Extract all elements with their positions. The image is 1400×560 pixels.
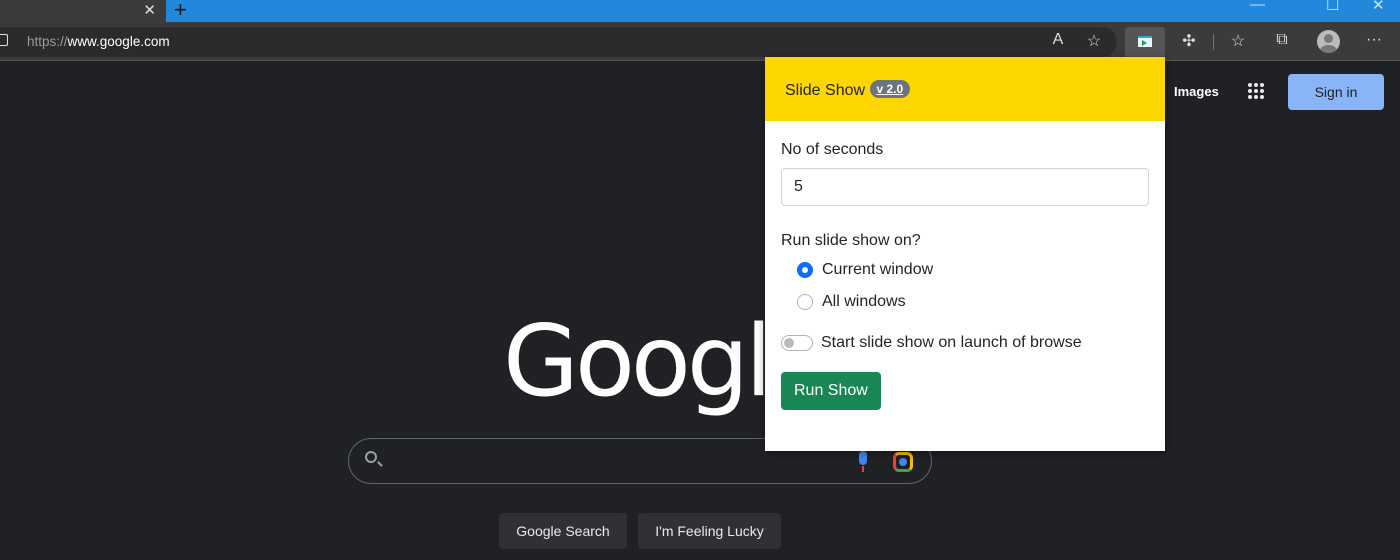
version-badge[interactable]: v 2.0 xyxy=(869,80,911,98)
tab-close-icon[interactable]: ✕ xyxy=(143,1,156,19)
images-link[interactable]: Images xyxy=(1174,84,1219,99)
minimize-button[interactable]: — xyxy=(1250,0,1265,13)
radio-label: Current window xyxy=(822,261,934,278)
popup-header: Slide Show v 2.0 xyxy=(765,57,1165,121)
radio-label: All windows xyxy=(822,293,906,310)
favorites-icon[interactable]: ☆ xyxy=(1226,31,1250,51)
feeling-lucky-button[interactable]: I'm Feeling Lucky xyxy=(638,513,781,549)
seconds-input[interactable] xyxy=(781,168,1149,206)
add-favorite-icon[interactable]: ☆ xyxy=(1082,31,1106,51)
more-icon[interactable]: ··· xyxy=(1362,31,1386,49)
run-on-label: Run slide show on? xyxy=(781,232,921,249)
popup-title: Slide Show xyxy=(785,82,866,99)
seconds-label: No of seconds xyxy=(781,141,884,158)
collections-icon[interactable]: ⧉ xyxy=(1270,31,1294,49)
maximize-button[interactable]: ☐ xyxy=(1326,0,1339,14)
read-aloud-icon[interactable]: A xyxy=(1046,31,1070,49)
toggle-label: Start slide show on launch of browse xyxy=(821,334,1082,351)
tab-google[interactable]: ✕ xyxy=(0,0,166,22)
radio-checked-icon[interactable] xyxy=(797,262,813,278)
lock-icon[interactable] xyxy=(0,34,8,46)
close-window-button[interactable]: ✕ xyxy=(1372,0,1385,14)
toolbar-divider xyxy=(1213,34,1214,50)
run-show-button[interactable]: Run Show xyxy=(781,372,881,410)
microphone-icon[interactable] xyxy=(859,451,867,472)
search-icon xyxy=(365,451,377,463)
profile-icon[interactable] xyxy=(1317,30,1340,53)
radio-current-window[interactable]: Current window xyxy=(797,254,1149,286)
radio-unchecked-icon[interactable] xyxy=(797,294,813,310)
toggle-switch[interactable] xyxy=(781,335,813,351)
sign-in-button[interactable]: Sign in xyxy=(1288,74,1384,110)
lens-camera-icon[interactable] xyxy=(893,452,913,472)
slideshow-extension-icon[interactable] xyxy=(1125,27,1165,57)
apps-icon[interactable] xyxy=(1248,83,1264,99)
tab-strip: ✕ + — ☐ ✕ xyxy=(0,0,1400,22)
address-bar-row: https://www.google.com A ☆ ✣ ☆ ⧉ ··· xyxy=(0,22,1400,61)
url-text[interactable]: https://www.google.com xyxy=(27,34,170,49)
google-search-button[interactable]: Google Search xyxy=(499,513,627,549)
url-host: www.google.com xyxy=(67,34,170,49)
url-scheme: https:// xyxy=(27,34,68,49)
launch-toggle[interactable]: Start slide show on launch of browse xyxy=(781,334,1149,352)
extensions-icon[interactable]: ✣ xyxy=(1177,31,1201,51)
radio-all-windows[interactable]: All windows xyxy=(797,286,1149,318)
slideshow-popup: Slide Show v 2.0 No of seconds Run slide… xyxy=(765,57,1165,451)
new-tab-button[interactable]: + xyxy=(174,0,187,23)
